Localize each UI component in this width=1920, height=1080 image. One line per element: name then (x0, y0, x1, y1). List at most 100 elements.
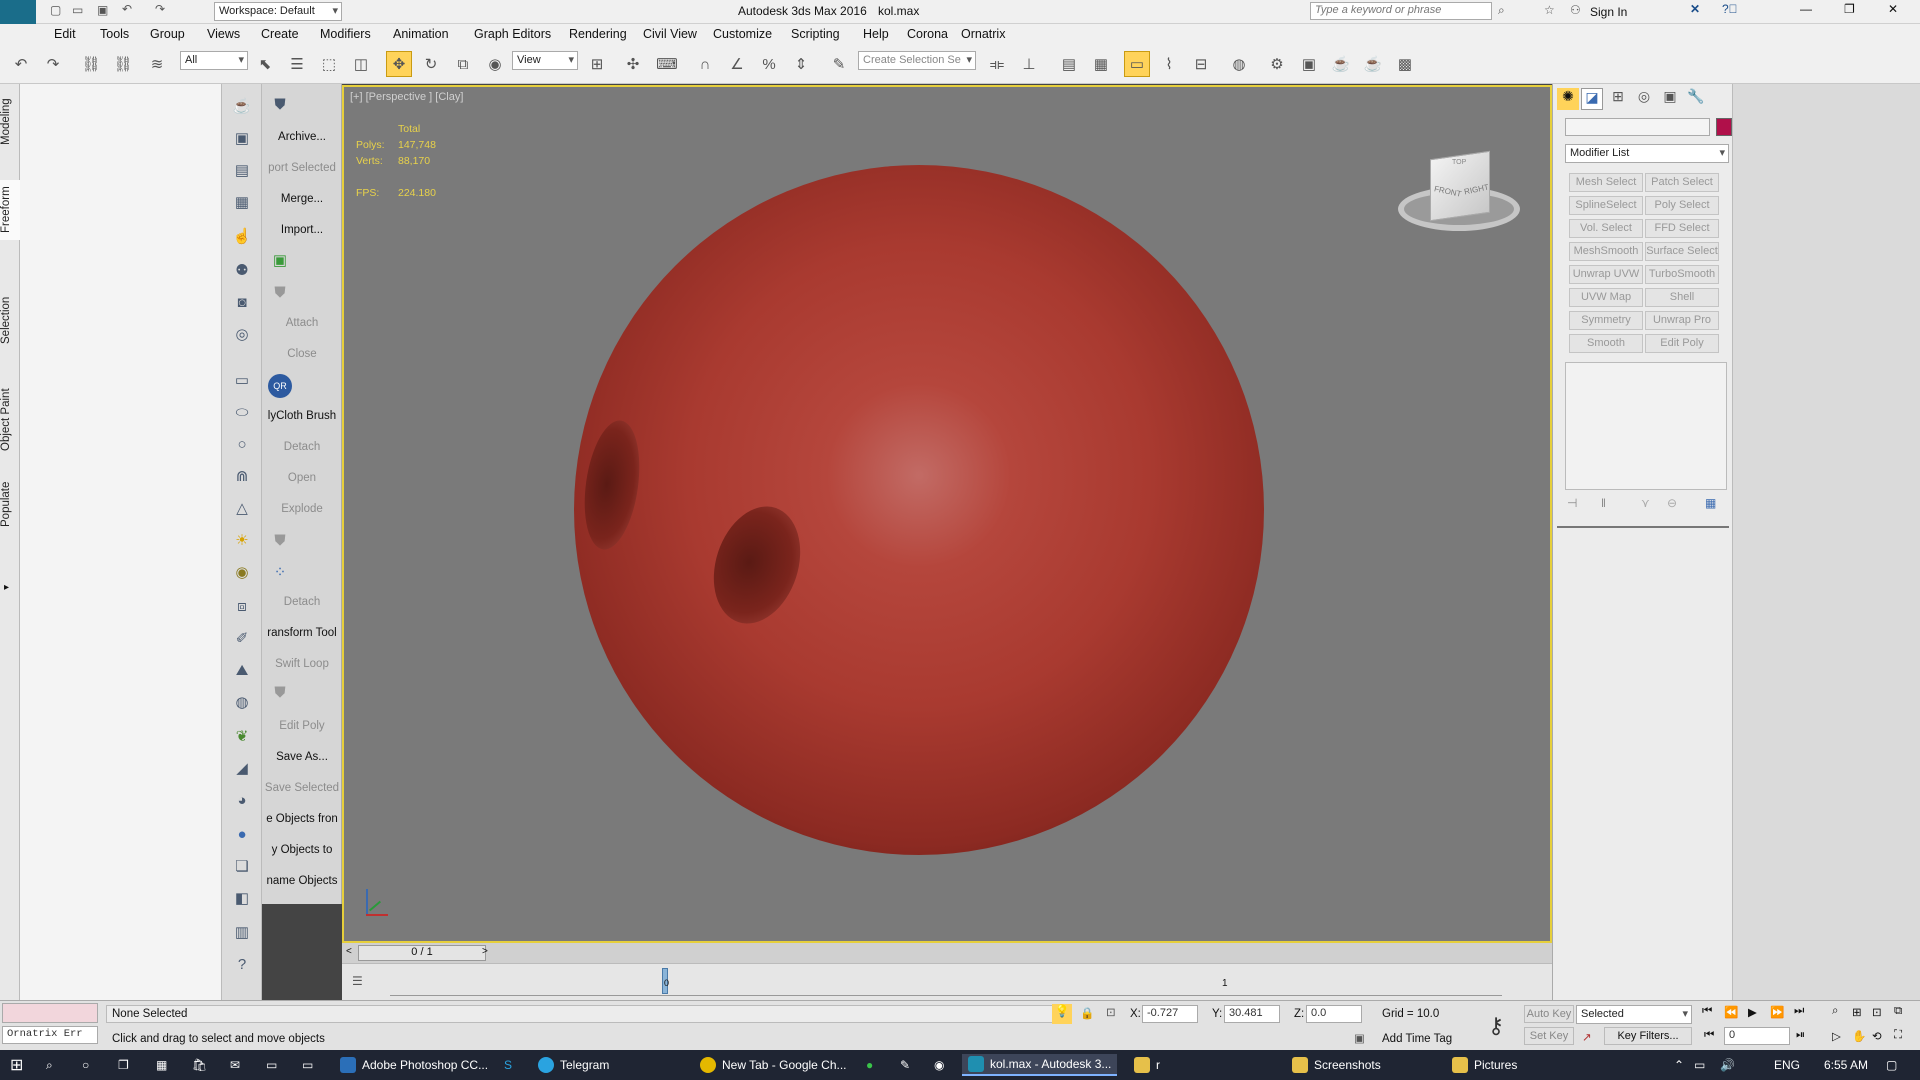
disc-icon[interactable]: ⬭ (230, 400, 254, 424)
modifier-stack[interactable] (1565, 362, 1727, 490)
render-production-icon[interactable]: ☕ (1328, 51, 1354, 77)
new-file-icon[interactable]: ▢ (50, 3, 61, 17)
shell-button[interactable]: Shell (1645, 288, 1719, 307)
turbosmooth-button[interactable]: TurboSmooth (1645, 265, 1719, 284)
export-selected-button[interactable]: port Selected (264, 162, 340, 174)
maxscript-mini-listener-top[interactable] (2, 1003, 98, 1023)
rename-objects-button[interactable]: name Objects (264, 875, 340, 887)
exchange-icon[interactable]: ✕ (1690, 2, 1700, 16)
next-frame-arrow[interactable]: > (482, 946, 488, 957)
camera-icon[interactable]: ⚉ (230, 258, 254, 282)
selection-filter-dropdown[interactable]: All (180, 51, 248, 70)
menu-tools[interactable]: Tools (100, 27, 129, 41)
import-button[interactable]: Import... (264, 224, 340, 236)
set-key-button[interactable]: Set Key (1524, 1027, 1574, 1045)
save-as-button[interactable]: Save As... (264, 751, 340, 763)
binoculars-icon[interactable]: ⌕ (1498, 3, 1505, 18)
snaps-toggle-icon[interactable]: ∩ (692, 51, 718, 77)
tab-object-paint[interactable]: Object Paint (0, 380, 20, 460)
object-color-swatch[interactable] (1716, 118, 1732, 136)
select-by-name-icon[interactable]: ☰ (284, 51, 310, 77)
undo-icon[interactable]: ↶ (8, 51, 34, 77)
surface-select-button[interactable]: Surface Select (1645, 242, 1719, 261)
y-coordinate-field[interactable]: 30.481 (1224, 1005, 1280, 1023)
select-move-icon[interactable]: ✥ (386, 51, 412, 77)
z-coordinate-field[interactable]: 0.0 (1306, 1005, 1362, 1023)
perspective-viewport[interactable]: [+] [Perspective ] [Clay] Total Polys: 14… (342, 85, 1552, 943)
poly-select-button[interactable]: Poly Select (1645, 196, 1719, 215)
detach-button-2[interactable]: Detach (264, 596, 340, 608)
explode-button[interactable]: Explode (264, 503, 340, 515)
layers-icon[interactable]: ❏ (230, 854, 254, 878)
angle-snap-icon[interactable]: ∠ (724, 51, 750, 77)
tray-volume-icon[interactable]: 🔊 (1714, 1054, 1741, 1076)
open-file-icon[interactable]: ▭ (72, 3, 83, 17)
tab-modeling[interactable]: Modeling (0, 94, 20, 150)
grid-icon[interactable]: ⧈ (230, 594, 254, 618)
ffd-select-button[interactable]: FFD Select (1645, 219, 1719, 238)
save-objects-from-button[interactable]: e Objects fron (264, 813, 340, 825)
search-taskbar-icon[interactable]: ⌕ (40, 1054, 59, 1076)
hand-icon[interactable]: ☝ (230, 224, 254, 248)
previous-frame-icon[interactable]: ⏪ (1724, 1005, 1738, 1019)
copy-objects-to-button[interactable]: y Objects to (264, 844, 340, 856)
menu-rendering[interactable]: Rendering (569, 27, 627, 41)
vol-select-button[interactable]: Vol. Select (1569, 219, 1643, 238)
attach-button[interactable]: Attach (264, 317, 340, 329)
track-bar[interactable]: ☰ 0 1 (342, 963, 1552, 1001)
bulb-icon[interactable]: ◉ (230, 560, 254, 584)
workspace-dropdown[interactable]: Workspace: Default (214, 2, 342, 21)
taskbar-pictures[interactable]: Pictures (1446, 1054, 1523, 1076)
dots-icon[interactable]: ⁘ (268, 560, 292, 584)
close-button[interactable]: Close (264, 348, 340, 360)
symmetry-button[interactable]: Symmetry (1569, 311, 1643, 330)
inkscape-icon[interactable]: ✎ (894, 1054, 916, 1076)
green-box-icon[interactable]: ▣ (268, 248, 292, 272)
current-frame-field[interactable]: 0 (1724, 1027, 1790, 1045)
scene-explorer-panel[interactable] (20, 84, 222, 1000)
minimize-button[interactable]: — (1800, 2, 1812, 16)
select-manipulate-icon[interactable]: ✣ (620, 51, 646, 77)
taskbar-3dsmax[interactable]: kol.max - Autodesk 3... (962, 1054, 1118, 1076)
named-selection-dropdown[interactable]: Create Selection Se (858, 51, 976, 70)
menu-create[interactable]: Create (261, 27, 299, 41)
material-editor-icon[interactable]: ◍ (1226, 51, 1252, 77)
store-icon[interactable]: 🛍 (186, 1054, 213, 1076)
menu-scripting[interactable]: Scripting (791, 27, 840, 41)
align-icon[interactable]: ⊥ (1016, 51, 1042, 77)
percent-snap-icon[interactable]: % (756, 51, 782, 77)
taskbar-telegram[interactable]: Telegram (532, 1054, 615, 1076)
orbit-icon[interactable]: ⟲ (1872, 1029, 1882, 1043)
spinner-snap-icon[interactable]: ⇕ (788, 51, 814, 77)
render-iterative-icon[interactable]: ☕ (1360, 51, 1386, 77)
menu-edit[interactable]: Edit (54, 27, 76, 41)
curve-editor-icon[interactable]: ⌇ (1156, 51, 1182, 77)
taskbar-photoshop[interactable]: Adobe Photoshop CC... (334, 1054, 494, 1076)
zoom-icon[interactable]: ⌕ (1832, 1005, 1838, 1018)
key-filters-button[interactable]: Key Filters... (1604, 1027, 1692, 1045)
bowling-ball[interactable] (574, 165, 1264, 855)
redo-icon[interactable]: ↷ (40, 51, 66, 77)
select-place-icon[interactable]: ◉ (482, 51, 508, 77)
rock-icon[interactable]: ◢ (230, 756, 254, 780)
track-bar-filter-icon[interactable]: ☰ (352, 974, 363, 988)
key-mode-toggle-icon[interactable]: ⏮ (1704, 1029, 1714, 1042)
window-crossing-icon[interactable]: ◫ (348, 51, 374, 77)
layer-manager-icon[interactable]: ▦ (1088, 51, 1114, 77)
tab-freeform[interactable]: Freeform (0, 180, 20, 240)
save-icon[interactable]: ▣ (97, 3, 108, 17)
modify-tab-icon[interactable]: ◪ (1581, 88, 1603, 110)
time-slider-thumb[interactable]: 0 / 1 (358, 945, 486, 961)
reference-coordinate-dropdown[interactable]: View (512, 51, 578, 70)
uvw-map-button[interactable]: UVW Map (1569, 288, 1643, 307)
table-icon[interactable]: ▦ (230, 190, 254, 214)
utilities-tab-icon[interactable]: 🔧 (1685, 88, 1707, 110)
auto-key-button[interactable]: Auto Key (1524, 1005, 1574, 1023)
merge-button[interactable]: Merge... (264, 193, 340, 205)
edit-poly-modifier-button[interactable]: Edit Poly (1645, 334, 1719, 353)
maxscript-mini-listener[interactable]: Ornatrix Err (2, 1026, 98, 1044)
time-configuration-icon[interactable]: ⏯ (1796, 1029, 1805, 1042)
create-tab-icon[interactable]: ✺ (1557, 88, 1579, 110)
shape-icon[interactable]: ◧ (230, 886, 254, 910)
remove-modifier-icon[interactable]: ⊖ (1667, 496, 1677, 510)
